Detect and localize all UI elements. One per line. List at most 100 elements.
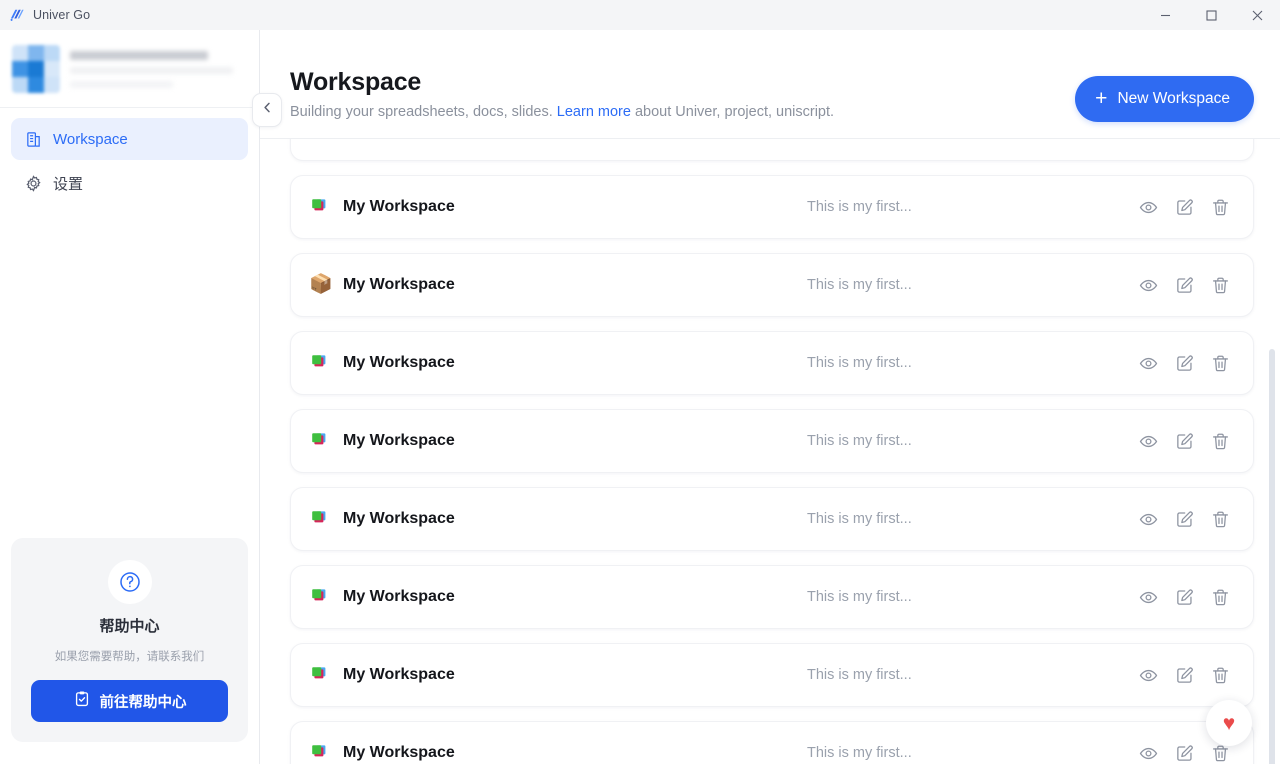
workspace-row-icon xyxy=(309,196,331,218)
eye-icon[interactable] xyxy=(1137,508,1159,530)
title-bar-left: Univer Go xyxy=(0,7,90,24)
go-to-help-center-button[interactable]: 前往帮助中心 xyxy=(31,680,228,722)
package-emoji: 📦 xyxy=(309,274,333,295)
app-body: Workspace 设置 帮助中心 如果您需要帮助，请联系我们 前往帮助中心 W… xyxy=(0,30,1280,764)
workspace-stack-icon xyxy=(309,199,329,220)
table-row[interactable]: My WorkspaceThis is my first... xyxy=(290,721,1254,764)
go-to-help-center-label: 前往帮助中心 xyxy=(99,694,187,711)
row-actions xyxy=(1137,430,1231,452)
trash-icon[interactable] xyxy=(1209,664,1231,686)
workspace-row-icon xyxy=(309,508,331,530)
workspace-row-icon xyxy=(309,742,331,764)
workspace-description: This is my first... xyxy=(807,511,912,527)
trash-icon[interactable] xyxy=(1209,274,1231,296)
row-actions xyxy=(1137,139,1231,140)
row-actions xyxy=(1137,664,1231,686)
subtitle-text-after: about Univer, project, uniscript. xyxy=(630,104,835,120)
row-actions xyxy=(1137,196,1231,218)
workspace-description: This is my first... xyxy=(807,589,912,605)
table-row[interactable]: My WorkspaceThis is my first... xyxy=(290,331,1254,395)
page-subtitle: Building your spreadsheets, docs, slides… xyxy=(290,104,1075,120)
sidebar-nav: Workspace 设置 xyxy=(0,108,259,204)
favorite-fab-button[interactable]: ♥ xyxy=(1206,700,1252,746)
edit-square-icon[interactable] xyxy=(1173,352,1195,374)
eye-icon[interactable] xyxy=(1137,664,1159,686)
univer-logo-icon xyxy=(8,7,25,24)
trash-icon[interactable] xyxy=(1209,352,1231,374)
avatar xyxy=(12,44,60,93)
workspace-name: My Workspace xyxy=(343,588,455,605)
help-center-title: 帮助中心 xyxy=(99,618,160,635)
learn-more-link[interactable]: Learn more xyxy=(557,104,631,120)
workspace-stack-icon xyxy=(309,139,329,142)
trash-icon[interactable] xyxy=(1209,508,1231,530)
table-row[interactable]: 📦 My Workspace This is my first... xyxy=(290,253,1254,317)
edit-square-icon[interactable] xyxy=(1173,274,1195,296)
page-header: Workspace Building your spreadsheets, do… xyxy=(260,30,1280,139)
trash-icon[interactable] xyxy=(1209,586,1231,608)
subtitle-text-before: Building your spreadsheets, docs, slides… xyxy=(290,104,557,120)
table-row[interactable]: My Workspace This is my first... xyxy=(290,565,1254,629)
table-row[interactable]: My Workspace This is my first... xyxy=(290,175,1254,239)
edit-square-icon[interactable] xyxy=(1173,430,1195,452)
eye-icon[interactable] xyxy=(1137,430,1159,452)
workspace-name: My Workspace xyxy=(343,744,455,761)
workspace-description: This is my first... xyxy=(807,433,912,449)
table-row[interactable]: My WorkspaceThis is my first... xyxy=(290,139,1254,161)
workspace-name: My Workspace xyxy=(343,198,455,215)
building-icon xyxy=(24,130,43,149)
workspace-name: My Workspace xyxy=(343,432,455,449)
workspace-name: My Workspace xyxy=(343,276,455,293)
sidebar-item-workspace[interactable]: Workspace xyxy=(11,118,248,160)
maximize-button[interactable] xyxy=(1188,0,1234,30)
eye-icon[interactable] xyxy=(1137,196,1159,218)
table-row[interactable]: My Workspace This is my first... xyxy=(290,409,1254,473)
edit-square-icon[interactable] xyxy=(1173,664,1195,686)
user-name-redacted xyxy=(70,49,247,88)
close-button[interactable] xyxy=(1234,0,1280,30)
sidebar-collapse-button[interactable] xyxy=(252,93,282,127)
trash-icon[interactable] xyxy=(1209,139,1231,140)
eye-icon[interactable] xyxy=(1137,274,1159,296)
chevron-left-icon xyxy=(261,101,274,119)
gear-icon xyxy=(24,174,43,193)
eye-icon[interactable] xyxy=(1137,586,1159,608)
eye-icon[interactable] xyxy=(1137,139,1159,140)
workspace-row-icon xyxy=(309,586,331,608)
workspace-stack-icon xyxy=(309,355,329,376)
heart-icon: ♥ xyxy=(1222,711,1236,735)
table-row[interactable]: My Workspace This is my first... xyxy=(290,487,1254,551)
sidebar-item-settings[interactable]: 设置 xyxy=(11,162,248,204)
workspace-description: This is my first... xyxy=(807,355,912,371)
edit-square-icon[interactable] xyxy=(1173,508,1195,530)
workspace-name: My Workspace xyxy=(343,510,455,527)
workspace-row-icon xyxy=(309,430,331,452)
row-actions xyxy=(1137,352,1231,374)
workspace-description: This is my first... xyxy=(807,667,912,683)
new-workspace-button[interactable]: + New Workspace xyxy=(1075,76,1254,122)
edit-square-icon[interactable] xyxy=(1173,586,1195,608)
eye-icon[interactable] xyxy=(1137,352,1159,374)
minimize-button[interactable] xyxy=(1142,0,1188,30)
edit-square-icon[interactable] xyxy=(1173,196,1195,218)
vertical-scrollbar[interactable] xyxy=(1268,139,1276,764)
row-actions xyxy=(1137,508,1231,530)
app-title: Univer Go xyxy=(33,8,91,22)
app-window: Univer Go Workspace 设置 帮助中心 如果您需要帮助，请联系我… xyxy=(0,0,1280,764)
workspace-description: This is my first... xyxy=(807,277,912,293)
trash-icon[interactable] xyxy=(1209,196,1231,218)
scrollbar-thumb[interactable] xyxy=(1269,349,1275,764)
user-profile-block[interactable] xyxy=(0,30,259,108)
workspace-list-scroll-area[interactable]: My Workspace This is my first... My Works… xyxy=(260,139,1280,764)
trash-icon[interactable] xyxy=(1209,430,1231,452)
eye-icon[interactable] xyxy=(1137,742,1159,764)
edit-square-icon[interactable] xyxy=(1173,742,1195,764)
edit-square-icon[interactable] xyxy=(1173,139,1195,140)
workspace-row-icon xyxy=(309,139,331,140)
workspace-stack-icon xyxy=(309,745,329,764)
table-row[interactable]: My Workspace This is my first... xyxy=(290,643,1254,707)
workspace-description: This is my first... xyxy=(807,199,912,215)
workspace-name: My Workspace xyxy=(343,666,455,683)
sidebar-item-label: 设置 xyxy=(53,175,84,193)
